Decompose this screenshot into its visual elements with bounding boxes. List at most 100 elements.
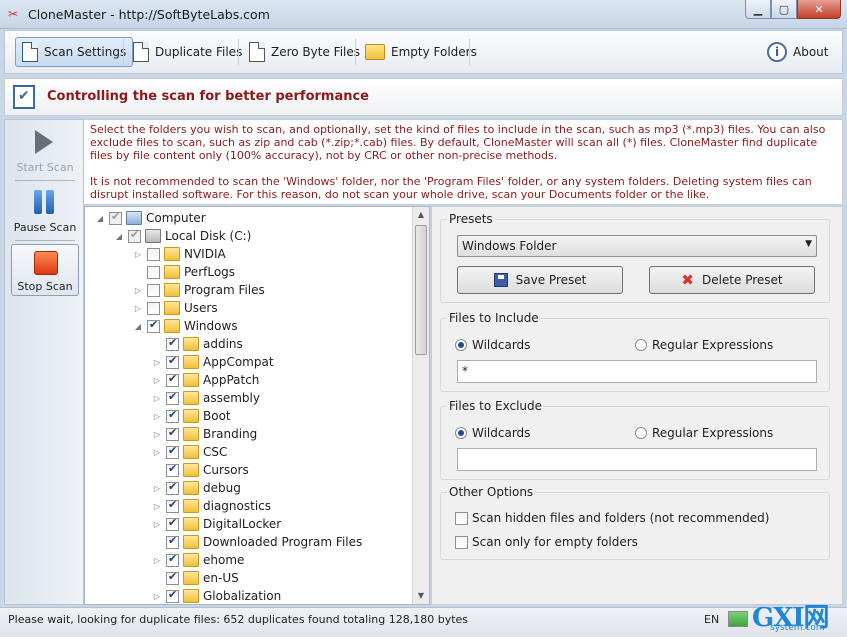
checkbox-checked-icon[interactable] <box>166 372 179 387</box>
checkbox-checked-icon[interactable] <box>166 480 179 495</box>
tree-item[interactable]: ▷ Globalization <box>152 587 281 604</box>
tree-item[interactable]: ▷ Program Files <box>133 281 265 299</box>
tree-item[interactable]: ◢ Computer <box>95 209 206 227</box>
tree-item-label: Computer <box>146 211 206 225</box>
expand-arrow-icon[interactable]: ▷ <box>133 250 143 259</box>
tree-item[interactable]: ▷ Boot <box>152 407 231 425</box>
tree-item[interactable]: ▷ ehome <box>152 551 244 569</box>
expand-arrow-icon[interactable]: ▷ <box>152 592 162 601</box>
tree-item[interactable]: ▷ Branding <box>152 425 257 443</box>
exclude-pattern-input[interactable] <box>457 448 817 471</box>
checklist-icon <box>22 42 38 62</box>
checkbox-checked-icon[interactable] <box>166 336 179 351</box>
maximize-button[interactable]: ▢ <box>771 0 797 19</box>
checkbox-checked-icon[interactable] <box>166 444 179 459</box>
expand-arrow-icon[interactable]: ▷ <box>152 412 162 421</box>
tree-item[interactable]: ▷ NVIDIA <box>133 245 226 263</box>
save-preset-button[interactable]: Save Preset <box>457 266 623 294</box>
divider <box>15 240 75 241</box>
start-scan-label: Start Scan <box>16 161 74 174</box>
empty-folders-checkbox[interactable]: Scan only for empty folders <box>455 535 638 549</box>
start-scan-button[interactable]: Start Scan <box>11 124 79 176</box>
include-pattern-input[interactable]: * <box>457 360 817 383</box>
tree-item[interactable]: ▷ CSC <box>152 443 227 461</box>
checkbox-checked-icon[interactable] <box>166 426 179 441</box>
expand-arrow-icon[interactable]: ◢ <box>133 322 143 331</box>
expand-arrow-icon[interactable]: ▷ <box>152 376 162 385</box>
expand-arrow-icon[interactable]: ▷ <box>152 484 162 493</box>
pause-scan-button[interactable]: Pause Scan <box>11 184 79 236</box>
checkbox-checked-icon[interactable] <box>147 318 160 333</box>
scroll-down-arrow[interactable]: ▼ <box>413 588 429 604</box>
folder-icon <box>183 373 199 387</box>
checkbox-checked-icon[interactable] <box>166 570 179 585</box>
tab-empty-folders-label: Empty Folders <box>391 45 477 59</box>
tree-item[interactable]: en-US <box>152 569 239 587</box>
checkbox-checked-icon[interactable] <box>166 408 179 423</box>
checkbox-checked-icon[interactable] <box>166 390 179 405</box>
include-wildcards-radio[interactable]: Wildcards <box>455 338 530 352</box>
checkbox-checked-icon[interactable] <box>166 354 179 369</box>
folder-icon <box>183 445 199 459</box>
radio-selected-icon <box>455 339 467 351</box>
checkbox-unchecked-icon[interactable] <box>147 283 160 297</box>
expand-arrow-icon[interactable]: ▷ <box>152 520 162 529</box>
tree-item[interactable]: Downloaded Program Files <box>152 533 362 551</box>
stop-scan-button[interactable]: Stop Scan <box>11 244 79 296</box>
exclude-wildcards-radio[interactable]: Wildcards <box>455 426 530 440</box>
tree-item[interactable]: PerfLogs <box>133 263 235 281</box>
tree-item[interactable]: ▷ diagnostics <box>152 497 271 515</box>
minimize-button[interactable]: ▁ <box>745 0 771 19</box>
checkbox-checked-icon[interactable] <box>166 588 179 603</box>
tree-item[interactable]: ◢ Windows <box>133 317 238 335</box>
blank-file-icon <box>249 42 265 62</box>
expand-arrow-icon[interactable]: ▷ <box>152 502 162 511</box>
folder-icon <box>365 44 385 60</box>
checkbox-unchecked-icon[interactable] <box>147 247 160 261</box>
checkbox-unchecked-icon[interactable] <box>147 265 160 279</box>
expand-arrow-icon[interactable]: ▷ <box>152 394 162 403</box>
expand-arrow-icon[interactable]: ▷ <box>133 286 143 295</box>
tree-item[interactable]: ▷ AppPatch <box>152 371 259 389</box>
checkbox-checked-icon[interactable] <box>128 228 141 243</box>
scroll-up-arrow[interactable]: ▲ <box>413 207 429 223</box>
tree-item[interactable]: Cursors <box>152 461 249 479</box>
tree-item[interactable]: ▷ assembly <box>152 389 260 407</box>
scan-hidden-checkbox[interactable]: Scan hidden files and folders (not recom… <box>455 511 769 525</box>
tree-item-label: en-US <box>203 571 239 585</box>
checkbox-checked-icon[interactable] <box>166 516 179 531</box>
checkbox-checked-icon[interactable] <box>166 534 179 549</box>
tree-scrollbar[interactable]: ▲ ▼ <box>412 207 429 604</box>
tree-item[interactable]: ▷ DigitalLocker <box>152 515 281 533</box>
tree-item[interactable]: addins <box>152 335 243 353</box>
tree-item[interactable]: ▷ AppCompat <box>152 353 274 371</box>
close-button[interactable]: ✕ <box>797 0 841 19</box>
expand-arrow-icon[interactable]: ▷ <box>152 358 162 367</box>
scroll-thumb[interactable] <box>415 225 427 355</box>
expand-arrow-icon[interactable]: ◢ <box>114 232 124 241</box>
checkbox-checked-icon[interactable] <box>166 462 179 477</box>
tab-zero-byte-files[interactable]: Zero Byte Files <box>243 37 366 67</box>
folder-icon <box>183 463 199 477</box>
folder-tree[interactable]: ◢ Computer ◢ Local Disk (C:) ▷ NVIDIA PerfLogs… <box>84 206 430 605</box>
include-regex-radio[interactable]: Regular Expressions <box>635 338 773 352</box>
about-button[interactable]: i About <box>761 37 834 67</box>
tab-duplicate-files[interactable]: Duplicate Files <box>127 37 248 67</box>
delete-preset-button[interactable]: ✖ Delete Preset <box>649 266 815 294</box>
expand-arrow-icon[interactable]: ▷ <box>133 304 143 313</box>
preset-select[interactable]: Windows Folder ▼ <box>457 235 817 257</box>
tab-scan-settings[interactable]: Scan Settings <box>15 37 134 67</box>
tab-empty-folders[interactable]: Empty Folders <box>359 37 483 67</box>
tree-item[interactable]: ◢ Local Disk (C:) <box>114 227 251 245</box>
tree-item[interactable]: ▷ debug <box>152 479 241 497</box>
expand-arrow-icon[interactable]: ▷ <box>152 430 162 439</box>
checkbox-checked-icon[interactable] <box>166 552 179 567</box>
expand-arrow-icon[interactable]: ▷ <box>152 556 162 565</box>
exclude-regex-radio[interactable]: Regular Expressions <box>635 426 773 440</box>
expand-arrow-icon[interactable]: ◢ <box>95 214 105 223</box>
tree-item[interactable]: ▷ Users <box>133 299 218 317</box>
expand-arrow-icon[interactable]: ▷ <box>152 448 162 457</box>
checkbox-checked-icon[interactable] <box>109 210 122 225</box>
checkbox-checked-icon[interactable] <box>166 498 179 513</box>
checkbox-unchecked-icon[interactable] <box>147 301 160 315</box>
